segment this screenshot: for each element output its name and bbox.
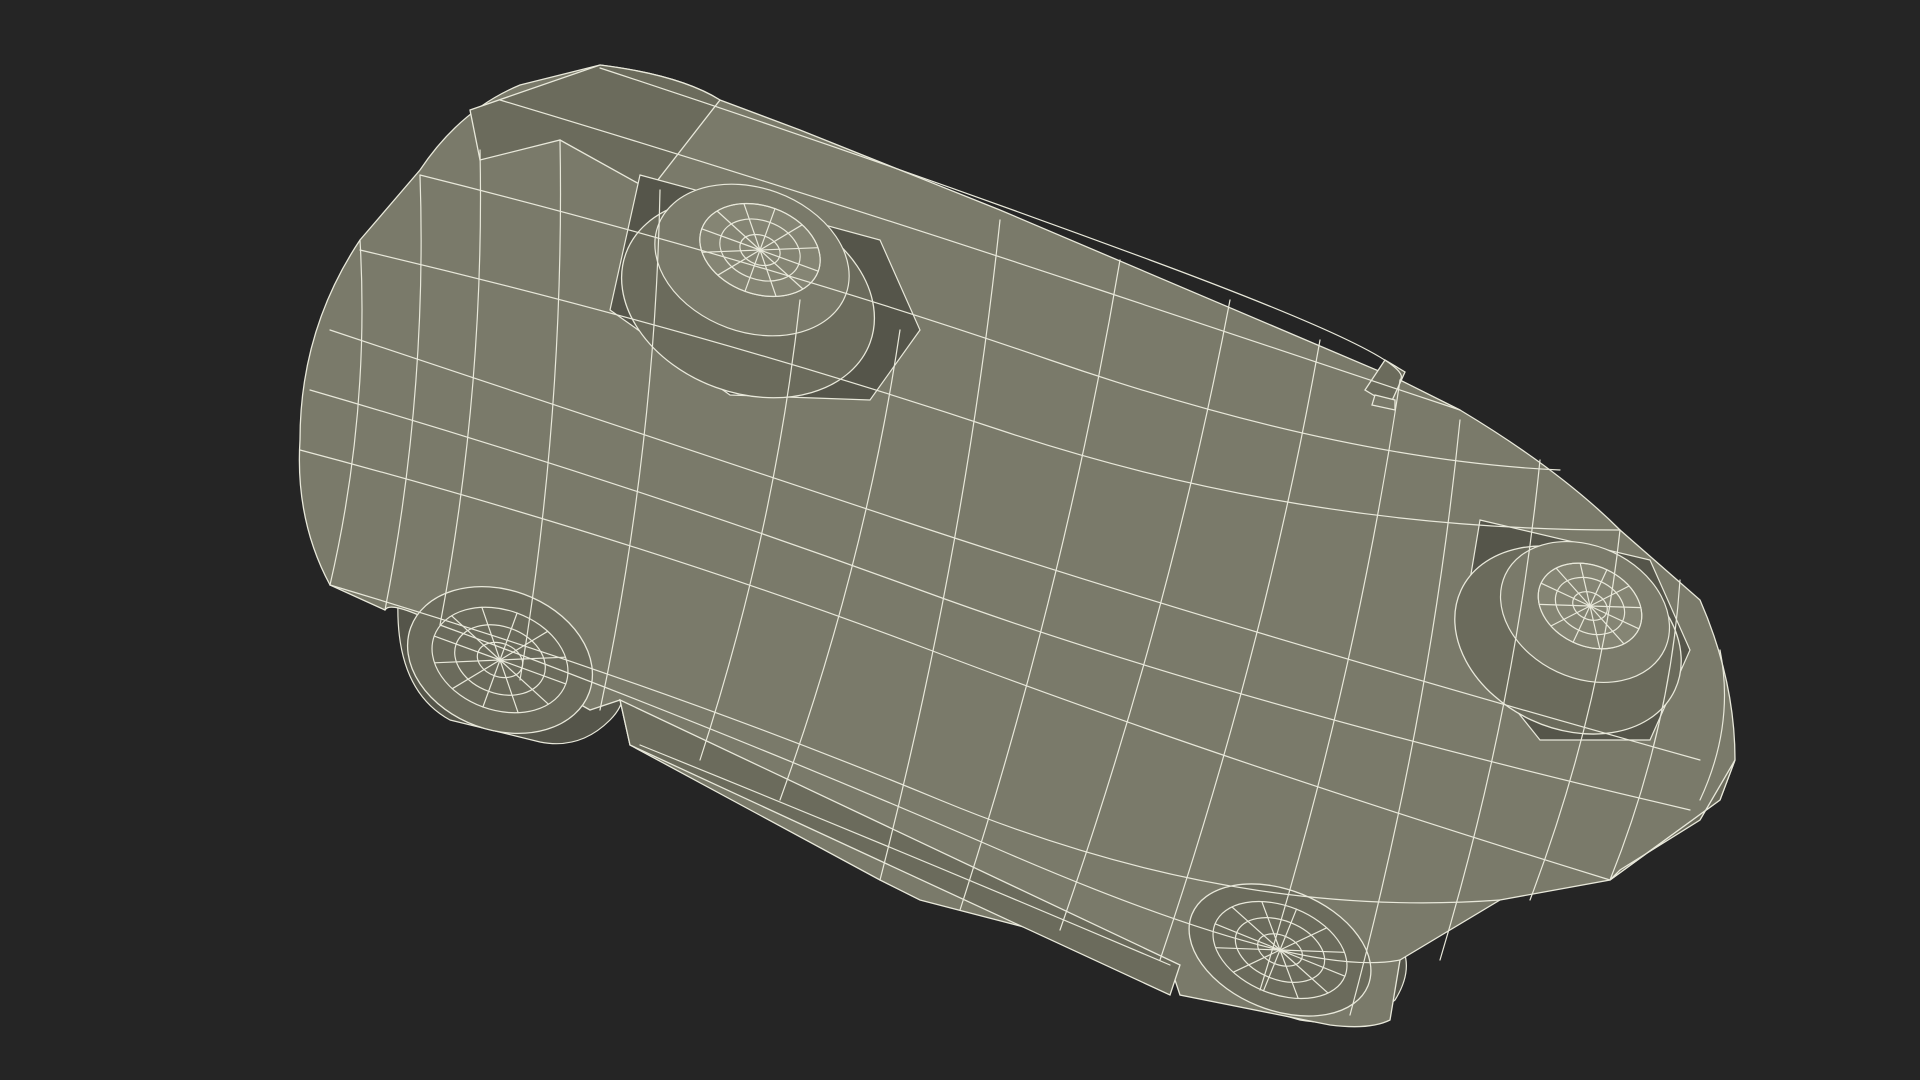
car-wireframe-render: .body{fill:#7a7a6a;stroke:#e8e8da;stroke…: [0, 0, 1920, 1080]
render-viewport: .body{fill:#7a7a6a;stroke:#e8e8da;stroke…: [0, 0, 1920, 1080]
